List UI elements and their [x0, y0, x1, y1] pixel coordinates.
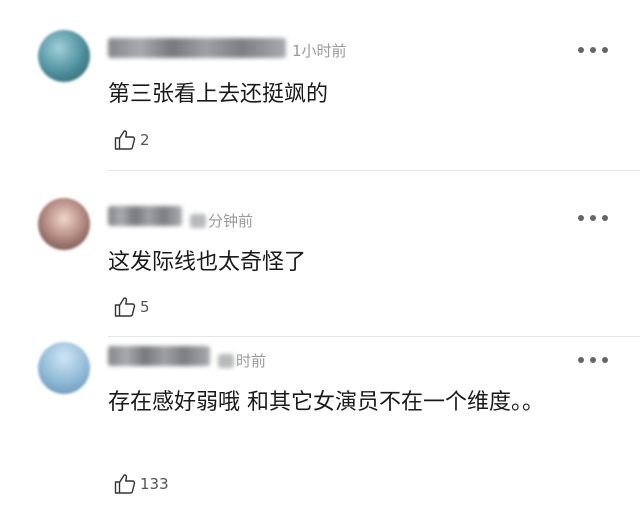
time-redacted — [218, 353, 234, 368]
timestamp: 分钟前 — [190, 210, 253, 231]
like-count: 2 — [140, 131, 150, 149]
username-redacted[interactable] — [108, 206, 182, 226]
comment-time: 时前 — [236, 352, 267, 370]
divider — [108, 336, 640, 337]
like-button[interactable]: 5 — [113, 295, 150, 319]
thumbs-up-icon — [114, 297, 136, 317]
divider — [108, 170, 640, 171]
thumbs-up-icon — [114, 130, 136, 150]
username-redacted[interactable] — [108, 346, 210, 366]
comment-time: 分钟前 — [208, 212, 254, 230]
like-button[interactable]: 133 — [113, 472, 169, 496]
avatar[interactable] — [38, 342, 90, 394]
more-options-icon[interactable] — [578, 42, 608, 58]
username-redacted[interactable] — [108, 38, 286, 58]
more-options-icon[interactable] — [578, 210, 608, 226]
avatar[interactable] — [38, 198, 90, 250]
comment-text: 这发际线也太奇怪了 — [108, 250, 307, 275]
avatar[interactable] — [38, 30, 90, 82]
comment-text: 存在感好弱哦 和其它女演员不在一个维度。。 — [108, 390, 544, 415]
comment-text: 第三张看上去还挺飒的 — [108, 82, 329, 107]
comment-time: 1小时前 — [292, 42, 347, 60]
thumbs-up-icon — [114, 474, 136, 494]
timestamp: 时前 — [218, 350, 266, 371]
like-count: 133 — [140, 475, 169, 493]
like-count: 5 — [140, 298, 150, 316]
more-options-icon[interactable] — [578, 352, 608, 368]
timestamp: 1小时前 — [292, 40, 347, 61]
like-button[interactable]: 2 — [113, 128, 150, 152]
time-redacted — [190, 213, 206, 228]
